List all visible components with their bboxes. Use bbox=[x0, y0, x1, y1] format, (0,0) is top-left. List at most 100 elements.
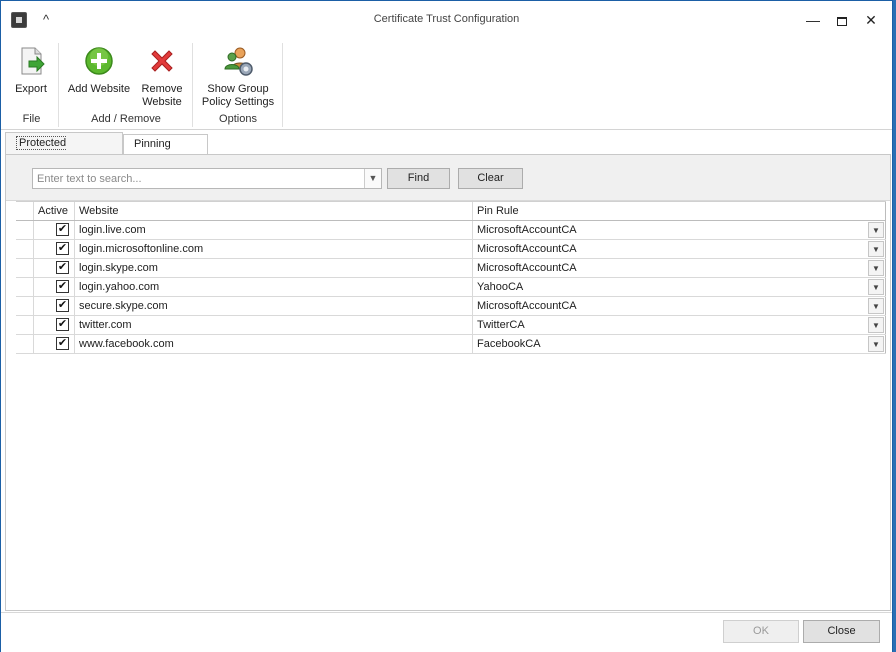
ribbon-group-add-remove-label: Add / Remove bbox=[91, 113, 161, 125]
minimize-button[interactable]: — bbox=[801, 9, 825, 31]
website-cell[interactable]: login.live.com bbox=[75, 221, 473, 239]
column-header-website[interactable]: Website bbox=[75, 202, 473, 220]
pin-rule-cell[interactable]: MicrosoftAccountCA ▼ bbox=[473, 297, 886, 315]
row-indicator[interactable] bbox=[16, 221, 34, 239]
check-icon: ✔ bbox=[57, 280, 68, 292]
search-input[interactable] bbox=[32, 168, 382, 189]
clear-button[interactable]: Clear bbox=[458, 168, 523, 189]
protected-websites-panel: ▼ Find Clear Active Website Pin Rule ✔ lo… bbox=[5, 154, 891, 611]
row-indicator[interactable] bbox=[16, 316, 34, 334]
row-indicator[interactable] bbox=[16, 259, 34, 277]
pin-rule-value: MicrosoftAccountCA bbox=[477, 262, 577, 274]
chevron-down-icon: ▼ bbox=[872, 321, 880, 330]
website-cell[interactable]: login.yahoo.com bbox=[75, 278, 473, 296]
active-cell[interactable]: ✔ bbox=[34, 335, 75, 353]
pin-rule-dropdown[interactable]: ▼ bbox=[868, 279, 884, 295]
pin-rule-cell[interactable]: MicrosoftAccountCA ▼ bbox=[473, 259, 886, 277]
table-row[interactable]: ✔ login.microsoftonline.com MicrosoftAccou… bbox=[16, 240, 886, 259]
pin-rule-dropdown[interactable]: ▼ bbox=[868, 222, 884, 238]
active-cell[interactable]: ✔ bbox=[34, 240, 75, 258]
ribbon-group-options: Show Group Policy Settings Options bbox=[194, 43, 283, 127]
chevron-down-icon: ▼ bbox=[872, 302, 880, 311]
active-cell[interactable]: ✔ bbox=[34, 259, 75, 277]
pin-rule-dropdown[interactable]: ▼ bbox=[868, 260, 884, 276]
pin-rule-cell[interactable]: MicrosoftAccountCA ▼ bbox=[473, 240, 886, 258]
table-row[interactable]: ✔ www.facebook.com FacebookCA ▼ bbox=[16, 335, 886, 354]
chevron-down-icon: ▼ bbox=[368, 173, 378, 183]
chevron-down-icon: ▼ bbox=[872, 245, 880, 254]
active-cell[interactable]: ✔ bbox=[34, 221, 75, 239]
active-checkbox[interactable]: ✔ bbox=[56, 261, 69, 274]
app-window: ^ Certificate Trust Configuration — ✕ Ex… bbox=[0, 0, 893, 652]
show-group-policy-label-line2: Policy Settings bbox=[201, 96, 275, 108]
close-window-button[interactable]: ✕ bbox=[859, 9, 883, 31]
close-button[interactable]: Close bbox=[803, 620, 880, 643]
pin-rule-dropdown[interactable]: ▼ bbox=[868, 317, 884, 333]
add-website-label: Add Website bbox=[67, 83, 131, 95]
row-indicator[interactable] bbox=[16, 240, 34, 258]
pin-rule-value: MicrosoftAccountCA bbox=[477, 224, 577, 236]
pin-rule-cell[interactable]: MicrosoftAccountCA ▼ bbox=[473, 221, 886, 239]
table-row[interactable]: ✔ secure.skype.com MicrosoftAccountCA ▼ bbox=[16, 297, 886, 316]
pin-rule-dropdown[interactable]: ▼ bbox=[868, 298, 884, 314]
website-cell[interactable]: twitter.com bbox=[75, 316, 473, 334]
pin-rule-cell[interactable]: FacebookCA ▼ bbox=[473, 335, 886, 353]
active-checkbox[interactable]: ✔ bbox=[56, 318, 69, 331]
maximize-button[interactable] bbox=[830, 9, 854, 31]
pin-rule-dropdown[interactable]: ▼ bbox=[868, 241, 884, 257]
show-group-policy-button[interactable]: Show Group Policy Settings bbox=[198, 45, 278, 109]
active-checkbox[interactable]: ✔ bbox=[56, 242, 69, 255]
check-icon: ✔ bbox=[57, 318, 68, 330]
find-button[interactable]: Find bbox=[387, 168, 450, 189]
remove-website-label-line1: Remove bbox=[141, 83, 183, 95]
remove-website-button[interactable]: Remove Website bbox=[136, 45, 188, 109]
active-checkbox[interactable]: ✔ bbox=[56, 223, 69, 236]
tab-protected-websites[interactable]: Protected Websites bbox=[5, 132, 123, 170]
row-indicator[interactable] bbox=[16, 335, 34, 353]
active-checkbox[interactable]: ✔ bbox=[56, 337, 69, 350]
row-indicator[interactable] bbox=[16, 297, 34, 315]
maximize-icon bbox=[837, 16, 847, 26]
pin-rule-dropdown[interactable]: ▼ bbox=[868, 336, 884, 352]
title-bar: ^ Certificate Trust Configuration — ✕ bbox=[1, 1, 892, 37]
table-row[interactable]: ✔ login.yahoo.com YahooCA ▼ bbox=[16, 278, 886, 297]
website-cell[interactable]: secure.skype.com bbox=[75, 297, 473, 315]
table-row[interactable]: ✔ login.skype.com MicrosoftAccountCA ▼ bbox=[16, 259, 886, 278]
pin-rule-value: MicrosoftAccountCA bbox=[477, 300, 577, 312]
window-title: Certificate Trust Configuration bbox=[373, 13, 520, 25]
pin-rule-cell[interactable]: TwitterCA ▼ bbox=[473, 316, 886, 334]
remove-website-label-line2: Website bbox=[142, 96, 182, 108]
pin-rule-cell[interactable]: YahooCA ▼ bbox=[473, 278, 886, 296]
show-group-policy-label-line1: Show Group bbox=[207, 83, 269, 95]
website-cell[interactable]: login.skype.com bbox=[75, 259, 473, 277]
active-checkbox[interactable]: ✔ bbox=[56, 280, 69, 293]
pin-rule-value: YahooCA bbox=[477, 281, 524, 293]
ok-button[interactable]: OK bbox=[723, 620, 799, 643]
column-header-pin-rule[interactable]: Pin Rule bbox=[473, 202, 886, 220]
add-website-button[interactable]: Add Website bbox=[64, 45, 134, 96]
remove-icon bbox=[151, 50, 173, 72]
active-checkbox[interactable]: ✔ bbox=[56, 299, 69, 312]
table-row[interactable]: ✔ login.live.com MicrosoftAccountCA ▼ bbox=[16, 221, 886, 240]
website-cell[interactable]: www.facebook.com bbox=[75, 335, 473, 353]
chevron-down-icon: ▼ bbox=[872, 264, 880, 273]
website-cell[interactable]: login.microsoftonline.com bbox=[75, 240, 473, 258]
check-icon: ✔ bbox=[57, 337, 68, 349]
tab-strip: Protected Websites Pinning Rules bbox=[5, 132, 891, 170]
chevron-down-icon: ▼ bbox=[872, 340, 880, 349]
table-row[interactable]: ✔ twitter.com TwitterCA ▼ bbox=[16, 316, 886, 335]
active-cell[interactable]: ✔ bbox=[34, 316, 75, 334]
active-cell[interactable]: ✔ bbox=[34, 297, 75, 315]
check-icon: ✔ bbox=[57, 242, 68, 254]
export-label: Export bbox=[15, 83, 47, 95]
row-indicator[interactable] bbox=[16, 278, 34, 296]
tab-pinning-rules[interactable]: Pinning Rules bbox=[123, 134, 208, 168]
export-button[interactable]: Export bbox=[7, 45, 55, 96]
active-cell[interactable]: ✔ bbox=[34, 278, 75, 296]
search-history-dropdown[interactable]: ▼ bbox=[364, 169, 381, 188]
group-policy-icon bbox=[224, 47, 253, 76]
column-header-active[interactable]: Active bbox=[34, 202, 75, 220]
pin-rule-value: MicrosoftAccountCA bbox=[477, 243, 577, 255]
ribbon-group-options-label: Options bbox=[219, 113, 257, 125]
ribbon: Export File Add Website Remove Website A… bbox=[1, 37, 892, 130]
